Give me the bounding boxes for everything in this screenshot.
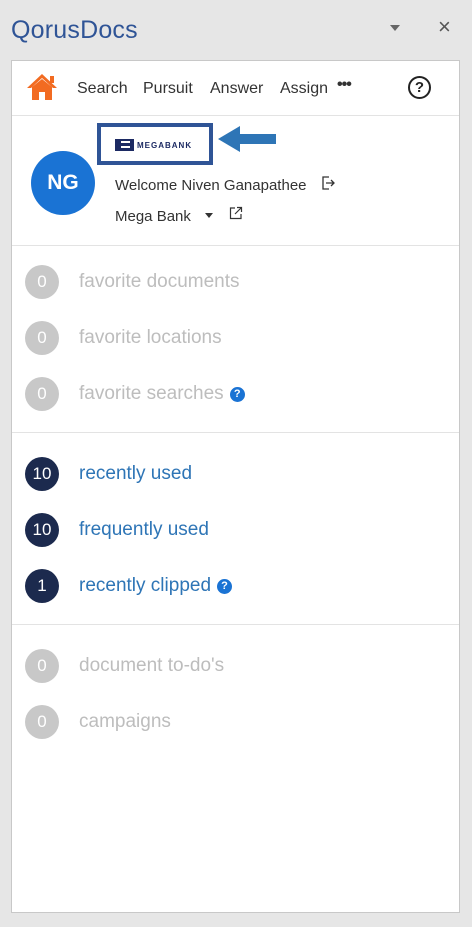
divider	[12, 432, 459, 433]
pane-options-icon[interactable]	[390, 25, 400, 31]
count-badge: 0	[25, 265, 59, 299]
list-item-favorite-searches[interactable]: 0 favorite searches?	[12, 375, 459, 415]
list-item-label: recently clipped?	[79, 575, 233, 597]
count-badge: 10	[25, 513, 59, 547]
welcome-text: Welcome Niven Ganapathee	[115, 177, 307, 194]
count-badge: 1	[25, 569, 59, 603]
org-selector[interactable]: Mega Bank	[115, 208, 191, 225]
list-item-label: recently used	[79, 463, 193, 484]
list-item-recently-used[interactable]: 10 recently used	[12, 455, 459, 495]
list-item-favorite-documents[interactable]: 0 favorite documents	[12, 263, 459, 303]
help-icon[interactable]: ?	[408, 76, 431, 99]
list-item-label: document to-do's	[79, 655, 225, 676]
nav-search[interactable]: Search	[77, 80, 128, 98]
list-item-label: favorite locations	[79, 327, 222, 348]
count-badge: 0	[25, 705, 59, 739]
list-item-label: favorite documents	[79, 271, 240, 292]
left-arrow-icon	[218, 125, 278, 158]
list-item-document-todos[interactable]: 0 document to-do's	[12, 647, 459, 687]
open-external-icon[interactable]	[229, 206, 243, 225]
list-item-recently-clipped[interactable]: 1 recently clipped?	[12, 567, 459, 607]
nav-answer[interactable]: Answer	[210, 80, 263, 98]
addin-panel: Search Pursuit Answer Assign ••• ? MEGAB…	[11, 60, 460, 913]
count-badge: 0	[25, 377, 59, 411]
megabank-logo-mark	[115, 139, 134, 151]
info-icon[interactable]: ?	[217, 579, 233, 594]
list-item-label: campaigns	[79, 711, 171, 732]
list-item-campaigns[interactable]: 0 campaigns	[12, 703, 459, 743]
nav-pursuit[interactable]: Pursuit	[143, 80, 193, 98]
top-nav: Search Pursuit Answer Assign ••• ?	[12, 61, 459, 116]
list-item-frequently-used[interactable]: 10 frequently used	[12, 511, 459, 551]
count-badge: 0	[25, 649, 59, 683]
home-icon[interactable]	[26, 73, 58, 106]
divider	[12, 624, 459, 625]
task-pane-header: QorusDocs ×	[0, 0, 472, 60]
count-badge: 0	[25, 321, 59, 355]
list-item-label: frequently used	[79, 519, 209, 540]
company-logo: MEGABANK	[97, 123, 213, 165]
pane-title: QorusDocs	[11, 16, 138, 44]
logout-icon[interactable]	[321, 176, 335, 195]
info-icon[interactable]: ?	[229, 387, 245, 402]
divider	[12, 245, 459, 246]
close-icon[interactable]: ×	[438, 16, 451, 38]
logo-text: MEGABANK	[137, 140, 193, 150]
more-icon[interactable]: •••	[337, 76, 352, 94]
profile-section: MEGABANK NG Welcome Niven Ganapathee Meg…	[12, 117, 459, 245]
count-badge: 10	[25, 457, 59, 491]
chevron-down-icon[interactable]	[205, 213, 213, 218]
avatar[interactable]: NG	[31, 151, 95, 215]
list-item-favorite-locations[interactable]: 0 favorite locations	[12, 319, 459, 359]
list-item-label: favorite searches?	[79, 383, 245, 405]
nav-assign[interactable]: Assign	[280, 80, 328, 98]
